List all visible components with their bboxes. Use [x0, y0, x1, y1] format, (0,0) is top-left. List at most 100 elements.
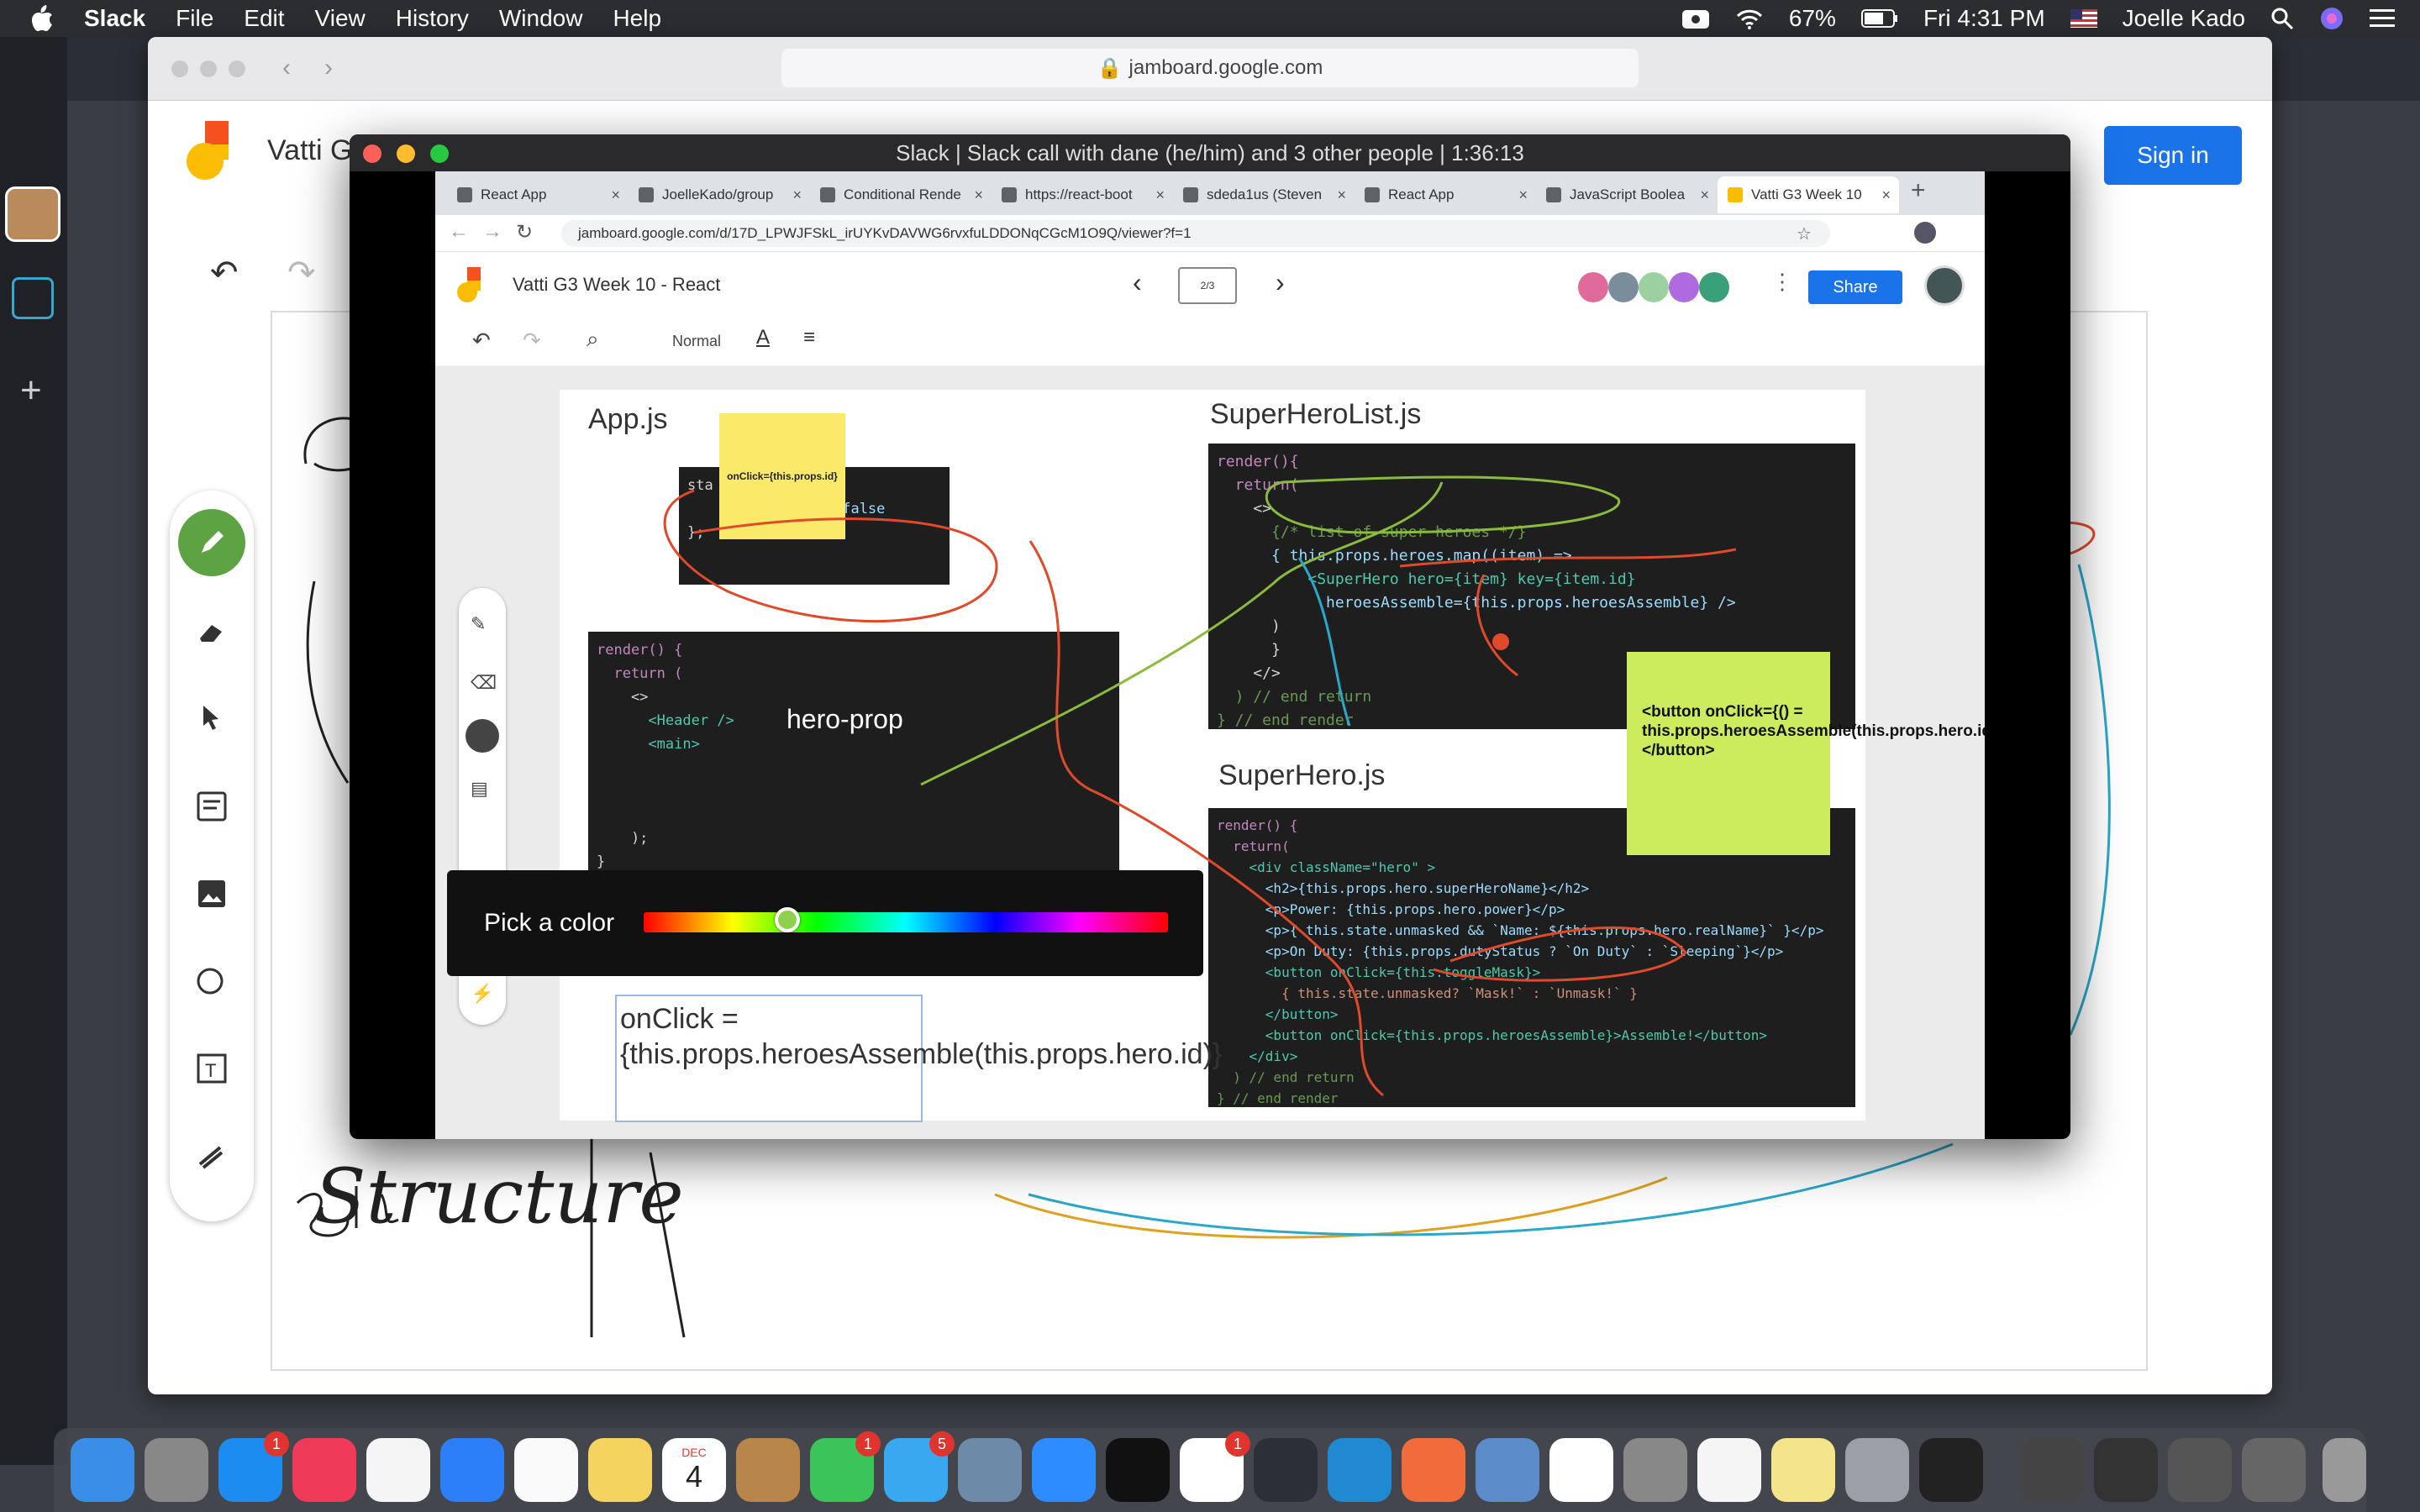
call-zoom-button[interactable]	[430, 144, 449, 163]
redo-icon[interactable]: ↷	[287, 254, 316, 292]
circle-shape-icon[interactable]	[188, 958, 235, 1005]
undo-icon[interactable]: ↶	[472, 328, 491, 354]
add-workspace-icon[interactable]: +	[20, 370, 42, 412]
redo-icon[interactable]: ↷	[523, 328, 541, 354]
menu-file[interactable]: File	[176, 5, 213, 32]
control-center-icon[interactable]	[2370, 8, 2395, 29]
close-tab-icon[interactable]: ×	[1881, 186, 1891, 204]
tab-react-app-2[interactable]: React App ×	[1355, 176, 1536, 213]
menu-history[interactable]: History	[396, 5, 469, 32]
vscode-icon[interactable]	[1328, 1438, 1392, 1502]
tab-react-bootstrap[interactable]: https://react-boot ×	[992, 176, 1173, 213]
sticky-note-yellow[interactable]: onClick={this.props.id}	[719, 413, 845, 539]
next-frame-icon[interactable]: ›	[1276, 267, 1285, 298]
trash-icon[interactable]	[2323, 1438, 2366, 1502]
chrome-icon[interactable]	[1549, 1438, 1613, 1502]
app-store-icon[interactable]: 1	[218, 1431, 289, 1502]
calendar-icon[interactable]: DEC 4	[662, 1438, 726, 1502]
jam-title[interactable]: Vatti G3 Week 10 - React	[513, 274, 720, 296]
apple-icon[interactable]	[30, 0, 64, 37]
undo-icon[interactable]: ↶	[210, 254, 239, 292]
close-tab-icon[interactable]: ×	[1700, 186, 1709, 204]
close-button[interactable]	[171, 60, 188, 77]
select-icon[interactable]	[466, 719, 499, 753]
camera-icon[interactable]	[1681, 7, 1710, 30]
facetime-icon[interactable]: 1	[810, 1431, 881, 1502]
textedit-icon[interactable]	[1697, 1438, 1761, 1502]
new-tab-icon[interactable]: +	[1911, 176, 1926, 205]
calculator-icon[interactable]	[1845, 1438, 1909, 1502]
reload-icon[interactable]: ↻	[516, 220, 533, 244]
menu-view[interactable]: View	[315, 5, 366, 32]
minimized-window-2[interactable]	[2094, 1438, 2158, 1502]
address-bar[interactable]: 🔒 jamboard.google.com	[781, 49, 1639, 87]
user-name[interactable]: Joelle Kado	[2123, 5, 2245, 32]
stickies-icon[interactable]	[1771, 1438, 1835, 1502]
clock[interactable]: Fri 4:31 PM	[1923, 5, 2045, 32]
frame-indicator[interactable]: 2/3	[1178, 267, 1237, 304]
zoom-button[interactable]	[229, 60, 245, 77]
prev-frame-icon[interactable]: ‹	[1133, 267, 1142, 298]
minimize-button[interactable]	[200, 60, 217, 77]
account-avatar[interactable]	[1924, 265, 1965, 306]
finder-icon[interactable]	[71, 1438, 134, 1502]
call-minimize-button[interactable]	[397, 144, 415, 163]
zoom-icon[interactable]: ⌕	[587, 326, 599, 353]
tab-github-1[interactable]: JoelleKado/group ×	[629, 176, 810, 213]
menu-window[interactable]: Window	[499, 5, 583, 32]
close-tab-icon[interactable]: ×	[1155, 186, 1165, 204]
reminders-icon[interactable]	[514, 1438, 578, 1502]
atom-icon[interactable]	[1254, 1438, 1318, 1502]
eraser-icon[interactable]	[188, 608, 235, 655]
tab-js-boolean[interactable]: JavaScript Boolea ×	[1536, 176, 1718, 213]
tab-conditional[interactable]: Conditional Rende ×	[810, 176, 992, 213]
terminal-icon[interactable]	[1106, 1438, 1170, 1502]
notes-icon[interactable]	[588, 1438, 652, 1502]
launchpad-icon[interactable]	[145, 1438, 208, 1502]
select-icon[interactable]	[188, 696, 235, 743]
back-icon[interactable]: ←	[449, 220, 469, 244]
back-icon[interactable]: ‹	[282, 54, 291, 82]
workspace-icon-2[interactable]	[12, 277, 54, 319]
share-button[interactable]: Share	[1808, 270, 1902, 304]
board-title[interactable]: Vatti G	[267, 134, 352, 167]
selected-text-box[interactable]: onClick = {this.props.heroesAssemble(thi…	[615, 995, 1222, 1122]
tableplus-icon[interactable]	[1476, 1438, 1539, 1502]
sign-in-button[interactable]: Sign in	[2104, 126, 2242, 185]
bookmark-star-icon[interactable]: ☆	[1797, 223, 1812, 244]
forward-icon[interactable]: ›	[324, 54, 333, 82]
minimized-window-3[interactable]	[2168, 1438, 2232, 1502]
close-tab-icon[interactable]: ×	[792, 186, 802, 204]
profile-avatar[interactable]	[1914, 222, 1936, 244]
postman-icon[interactable]	[1402, 1438, 1465, 1502]
sticky-note-icon[interactable]	[188, 783, 235, 830]
workspace-icon[interactable]	[5, 186, 60, 242]
laser-icon[interactable]	[188, 1132, 235, 1179]
safari-icon[interactable]	[440, 1438, 504, 1502]
more-vert-icon[interactable]: ⋮	[1771, 269, 1793, 295]
zoom-app-icon[interactable]	[1032, 1438, 1096, 1502]
close-tab-icon[interactable]: ×	[611, 186, 620, 204]
close-tab-icon[interactable]: ×	[974, 186, 983, 204]
eraser-icon[interactable]: ⌫	[471, 672, 497, 694]
align-icon[interactable]: ≡	[803, 326, 815, 349]
omnibox[interactable]: jamboard.google.com/d/17D_LPWJFSkL_irUYK…	[561, 220, 1830, 247]
siri-icon[interactable]	[2319, 6, 2344, 31]
flag-icon[interactable]	[2070, 9, 2097, 28]
activity-monitor-icon[interactable]	[1919, 1438, 1983, 1502]
spotlight-search-icon[interactable]	[2270, 7, 2294, 30]
hue-slider[interactable]	[644, 907, 1168, 932]
close-tab-icon[interactable]: ×	[1518, 186, 1528, 204]
jam-frame[interactable]: App.js sta areAssembled: false }; onClic…	[560, 390, 1985, 1122]
text-color-icon[interactable]: A	[756, 326, 770, 349]
menu-app-name[interactable]: Slack	[84, 5, 145, 32]
minimized-window-1[interactable]	[2020, 1438, 2084, 1502]
call-close-button[interactable]	[363, 144, 381, 163]
keychain-icon[interactable]	[1623, 1438, 1687, 1502]
minimized-window-4[interactable]	[2242, 1438, 2306, 1502]
font-style-select[interactable]: Normal	[672, 333, 721, 350]
slack-icon[interactable]: 1	[1180, 1431, 1250, 1502]
forward-icon[interactable]: →	[482, 220, 502, 244]
tab-react-app-1[interactable]: React App ×	[447, 176, 629, 213]
tab-jamboard[interactable]: Vatti G3 Week 10 ×	[1718, 176, 1899, 213]
